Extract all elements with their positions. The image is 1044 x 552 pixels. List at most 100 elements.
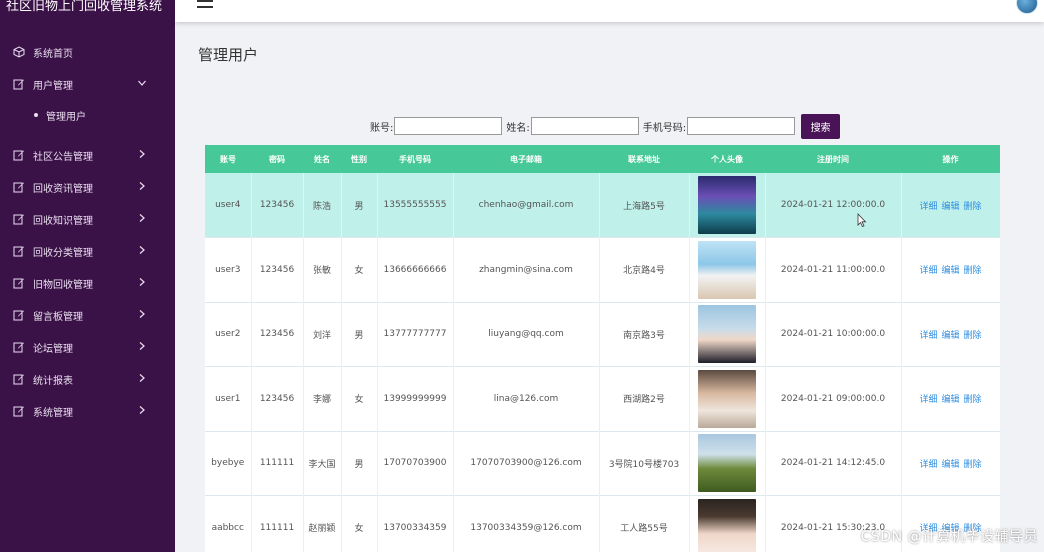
cube-icon <box>12 45 26 59</box>
column-header: 操作 <box>942 154 959 164</box>
chevron-right-icon <box>137 373 149 385</box>
detail-link[interactable]: 详细 <box>919 331 937 341</box>
delete-link[interactable]: 删除 <box>964 202 982 212</box>
avatar-field-person <box>698 434 756 493</box>
chevron-right-icon <box>137 309 149 321</box>
table-row[interactable]: byebye 111111 李大国男 17070703900 17070703900@1… <box>205 431 1000 496</box>
chevron-right-icon <box>137 405 149 417</box>
column-header: 联系地址 <box>628 154 660 164</box>
cell-phone: 13700334359 <box>377 495 454 552</box>
sidebar-item-9[interactable]: 统计报表 <box>0 363 175 395</box>
cell-actions: 详细 编辑 删除 <box>901 302 1000 367</box>
sidebar-item-1[interactable]: 用户管理 <box>0 68 175 100</box>
cell-phone: 13666666666 <box>377 237 454 302</box>
delete-link[interactable]: 删除 <box>964 266 982 276</box>
cell-gender: 男 <box>341 173 378 238</box>
search-button[interactable]: 搜索 <box>801 113 841 139</box>
sidebar-item-4[interactable]: 回收知识管理 <box>0 203 175 235</box>
edit-icon <box>12 276 26 290</box>
menu-toggle-icon[interactable] <box>197 0 213 8</box>
cell-phone: 13777777777 <box>377 302 454 367</box>
cell-phone: 13999999999 <box>377 366 454 431</box>
cell-avatar <box>689 495 766 552</box>
sidebar-item-8[interactable]: 论坛管理 <box>0 331 175 363</box>
chevron-right-icon <box>137 341 149 353</box>
cell-address: 西湖路2号 <box>599 366 690 431</box>
cell-name: 陈浩 <box>303 173 342 238</box>
cell-name: 张敏 <box>303 237 342 302</box>
sidebar-item-10[interactable]: 系统管理 <box>0 395 175 427</box>
edit-icon <box>12 244 26 258</box>
detail-link[interactable]: 详细 <box>919 202 937 212</box>
cell-avatar <box>689 302 766 367</box>
sidebar-item-6[interactable]: 旧物回收管理 <box>0 267 175 299</box>
edit-link[interactable]: 编辑 <box>941 331 959 341</box>
delete-link[interactable]: 删除 <box>964 460 982 470</box>
cell-name: 李大国 <box>303 431 342 496</box>
phone-input[interactable] <box>687 117 796 135</box>
edit-icon <box>12 180 26 194</box>
detail-link[interactable]: 详细 <box>919 266 937 276</box>
table-row[interactable]: user2 123456 刘洋男 13777777777 liuyang@qq.com 南… <box>205 302 1000 367</box>
edit-link[interactable]: 编辑 <box>941 395 959 405</box>
table-row[interactable]: user4 123456 陈浩男 13555555555 chenhao@gmail.c… <box>205 173 1000 238</box>
user-avatar[interactable] <box>1016 0 1038 14</box>
cell-reg-time: 2024-01-21 12:00:00.0 <box>765 173 902 238</box>
cell-reg-time: 2024-01-21 10:00:00.0 <box>765 302 902 367</box>
cell-avatar <box>689 366 766 431</box>
cell-address: 3号院10号楼703 <box>599 431 690 496</box>
sidebar-item-label: 用户管理 <box>33 80 73 92</box>
cell-avatar <box>689 173 766 238</box>
cell-actions: 详细 编辑 删除 <box>901 431 1000 496</box>
account-input[interactable] <box>394 117 503 135</box>
delete-link[interactable]: 删除 <box>964 331 982 341</box>
sidebar-item-label: 回收资讯管理 <box>33 183 93 195</box>
app-title: 社区旧物上门回收管理系统 <box>6 0 163 14</box>
cell-phone: 13555555555 <box>377 173 454 238</box>
sidebar-item-7[interactable]: 留言板管理 <box>0 299 175 331</box>
detail-link[interactable]: 详细 <box>919 395 937 405</box>
detail-link[interactable]: 详细 <box>919 460 937 470</box>
table-row[interactable]: user1 123456 李娜女 13999999999 lina@126.com 西湖路… <box>205 366 1000 431</box>
phone-label: 手机号码: <box>642 122 687 134</box>
cell-email: 17070703900@126.com <box>453 431 600 496</box>
cell-account: user2 <box>205 302 252 367</box>
column-header: 账号 <box>220 154 236 164</box>
cell-account: user3 <box>205 237 252 302</box>
user-table: 账号 密码 姓名 性别 手机号码 电子邮箱 联系地址 个人头像 注册时间 操作 user4 1234… <box>205 145 1000 552</box>
top-header <box>175 0 1044 22</box>
sidebar-item-label: 回收分类管理 <box>33 247 93 259</box>
sidebar-item-0[interactable]: 系统首页 <box>0 36 175 68</box>
sidebar-item-label: 旧物回收管理 <box>33 279 93 291</box>
account-label: 账号: <box>370 122 394 134</box>
sidebar-item-5[interactable]: 回收分类管理 <box>0 235 175 267</box>
column-header: 个人头像 <box>711 154 743 164</box>
cell-address: 南京路3号 <box>599 302 690 367</box>
cell-actions: 详细 编辑 删除 <box>901 366 1000 431</box>
cell-address: 上海路5号 <box>599 173 690 238</box>
cell-password: 111111 <box>251 431 304 496</box>
search-bar: 账号: 姓名: 手机号码: 搜索 <box>370 113 841 139</box>
edit-icon <box>12 77 26 91</box>
avatar-girl-beach <box>698 240 756 299</box>
chevron-right-icon <box>137 213 149 225</box>
sidebar-item-label: 论坛管理 <box>33 343 73 355</box>
sidebar-item-2[interactable]: 社区公告管理 <box>0 139 175 171</box>
chevron-right-icon <box>137 149 149 161</box>
cell-actions: 详细 编辑 删除 <box>901 173 1000 238</box>
name-input[interactable] <box>530 117 639 135</box>
sidebar-item-label: 系统首页 <box>33 48 73 60</box>
sidebar-subitem-manage-users[interactable]: 管理用户 <box>0 101 175 129</box>
edit-link[interactable]: 编辑 <box>941 460 959 470</box>
edit-link[interactable]: 编辑 <box>941 202 959 212</box>
edit-link[interactable]: 编辑 <box>941 266 959 276</box>
table-body: user4 123456 陈浩男 13555555555 chenhao@gmail.c… <box>205 173 1000 552</box>
sidebar-item-3[interactable]: 回收资讯管理 <box>0 171 175 203</box>
edit-icon <box>12 212 26 226</box>
table-row[interactable]: user3 123456 张敏女 13666666666 zhangmin@sina.c… <box>205 237 1000 302</box>
avatar-anime-boy <box>698 305 756 364</box>
cell-phone: 17070703900 <box>377 431 454 496</box>
column-header: 性别 <box>351 154 367 164</box>
delete-link[interactable]: 删除 <box>964 395 982 405</box>
sidebar-item-label: 统计报表 <box>33 375 73 387</box>
